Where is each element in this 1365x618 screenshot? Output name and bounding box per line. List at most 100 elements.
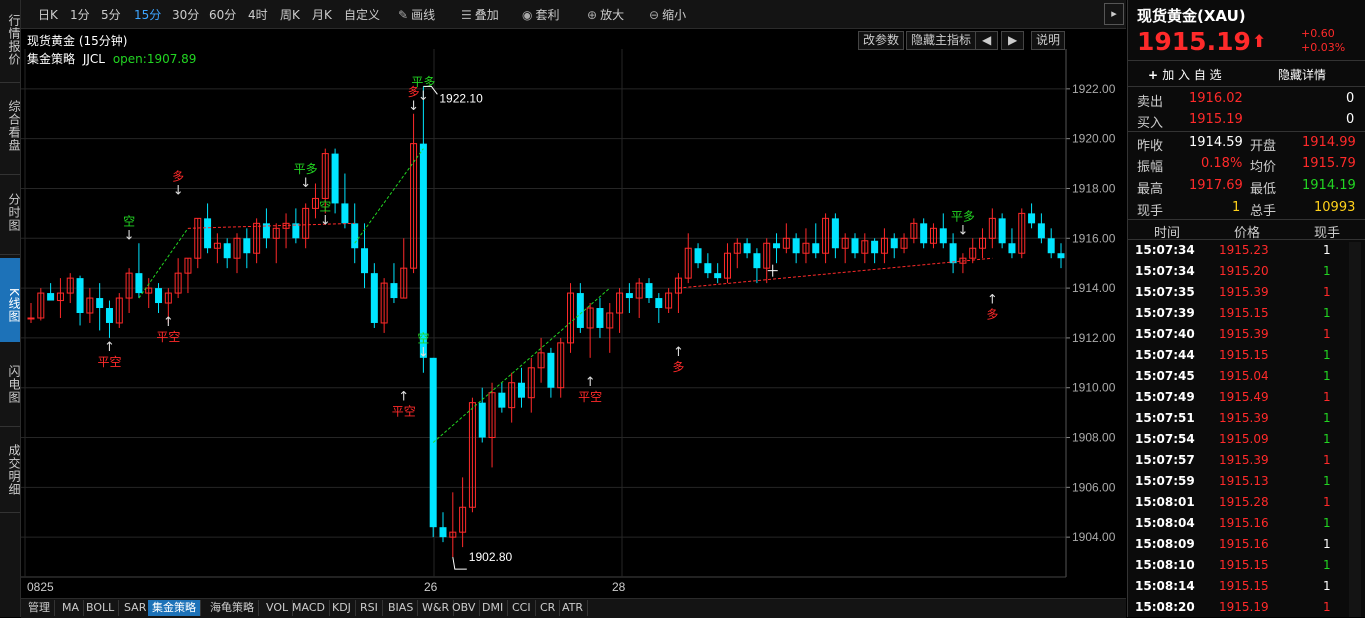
add-watchlist-button[interactable]: + 加 入 自 选 xyxy=(1148,66,1222,83)
zoom-in-button[interactable]: ⊕ 放大 xyxy=(587,6,624,23)
period-5m[interactable]: 5分 xyxy=(101,6,121,23)
nav-item-quotes[interactable]: 行情报价 xyxy=(0,12,21,68)
hide-details-button[interactable]: 隐藏详情 xyxy=(1278,66,1326,83)
candle-body xyxy=(498,392,506,408)
tick-price: 1915.28 xyxy=(1219,495,1269,509)
tick-row: 15:08:20 1915.19 1 xyxy=(1135,597,1359,618)
change-percent: +0.03% xyxy=(1301,41,1346,54)
signal-arrow: ↑ xyxy=(585,375,596,390)
amplitude-value: 0.18% xyxy=(1201,156,1243,171)
indicator-tab[interactable]: RSI xyxy=(356,600,383,616)
tick-row: 15:07:45 1915.04 1 xyxy=(1135,366,1359,387)
period-15m[interactable]: 15分 xyxy=(134,6,161,23)
candle-body xyxy=(1057,253,1065,259)
tick-price: 1915.49 xyxy=(1219,390,1269,404)
tick-volume: 1 xyxy=(1323,390,1331,404)
prev-button[interactable]: ◀ xyxy=(975,31,999,50)
indicator-tab[interactable]: CCI xyxy=(508,600,536,616)
y-tick-label: 1922.00 xyxy=(1072,82,1116,96)
candle-body xyxy=(596,308,604,328)
indicator-tab[interactable]: CR xyxy=(536,600,561,616)
zoom-out-button[interactable]: ⊖ 缩小 xyxy=(649,6,686,23)
collapse-panel-button[interactable]: ▸ xyxy=(1104,3,1124,25)
period-4h[interactable]: 4时 xyxy=(248,6,268,23)
tick-time: 15:07:34 xyxy=(1135,243,1195,257)
period-custom[interactable]: 自定义 xyxy=(344,6,380,23)
indicator-tab[interactable]: MACD xyxy=(288,600,330,616)
hide-main-indicator-button[interactable]: 隐藏主指标 xyxy=(906,31,977,50)
indicator-tab[interactable]: BOLL xyxy=(82,600,120,616)
arbitrage-button[interactable]: ◉ 套利 xyxy=(522,6,560,23)
signal-label: 平空 xyxy=(578,390,602,404)
kline-chart[interactable]: 1922.00 1920.00 1918.00 1916.00 1914.00 1912.… xyxy=(21,49,1126,597)
y-tick-label: 1918.00 xyxy=(1072,181,1116,195)
signal-arrow: ↓ xyxy=(320,213,331,228)
y-tick-label: 1906.00 xyxy=(1072,480,1116,494)
last-price: 1915.19 xyxy=(1137,27,1251,56)
candle-body xyxy=(753,253,761,269)
tick-volume: 1 xyxy=(1323,327,1331,341)
candle-body xyxy=(792,238,800,254)
candle-body xyxy=(812,243,820,254)
candle-body xyxy=(625,293,633,299)
buy-volume: 0 xyxy=(1346,112,1355,127)
tick-price: 1915.19 xyxy=(1219,600,1269,614)
period-month[interactable]: 月K xyxy=(312,6,332,23)
signal-arrow: ↑ xyxy=(104,340,115,355)
y-tick-label: 1910.00 xyxy=(1072,381,1116,395)
indicator-tab[interactable]: KDJ xyxy=(328,600,356,616)
candle-body xyxy=(939,228,947,244)
signal-arrow: ↑ xyxy=(987,293,998,308)
indicator-tab[interactable]: 海龟策略 xyxy=(206,600,259,616)
tick-row: 15:08:09 1915.16 1 xyxy=(1135,534,1359,555)
candle-body xyxy=(773,243,781,249)
indicator-tab[interactable]: 集金策略 xyxy=(148,600,201,616)
indicator-tab[interactable]: BIAS xyxy=(384,600,419,616)
trend-line xyxy=(432,287,611,443)
ticks-scrollbar[interactable] xyxy=(1349,242,1361,617)
period-60m[interactable]: 60分 xyxy=(209,6,236,23)
tick-price: 1915.15 xyxy=(1219,348,1269,362)
period-30m[interactable]: 30分 xyxy=(172,6,199,23)
tick-row: 15:07:34 1915.20 1 xyxy=(1135,261,1359,282)
help-button[interactable]: 说明 xyxy=(1031,31,1066,50)
tick-volume: 1 xyxy=(1323,243,1331,257)
plus-icon: + xyxy=(1148,68,1163,82)
period-day[interactable]: 日K xyxy=(38,6,58,23)
indicator-tab[interactable]: MA xyxy=(58,600,85,616)
candle-body xyxy=(1008,243,1016,254)
candle-body xyxy=(390,283,398,299)
candle-body xyxy=(47,293,55,301)
tick-volume: 1 xyxy=(1323,285,1331,299)
edit-params-button[interactable]: 改参数 xyxy=(858,31,905,50)
nav-item-timeshare[interactable]: 分时图 xyxy=(0,190,21,234)
draw-line-button[interactable]: ✎ 画线 xyxy=(398,6,435,23)
candle-body xyxy=(890,238,898,249)
indicator-tab[interactable]: SAR xyxy=(120,600,152,616)
candle-body xyxy=(27,317,35,320)
nav-item-trades[interactable]: 成交明细 xyxy=(0,442,21,498)
period-1m[interactable]: 1分 xyxy=(70,6,90,23)
indicator-tab[interactable]: ATR xyxy=(558,600,589,616)
tick-row: 15:07:44 1915.15 1 xyxy=(1135,345,1359,366)
tick-volume: 1 xyxy=(1323,537,1331,551)
pencil-icon: ✎ xyxy=(398,8,409,22)
tick-row: 15:08:01 1915.28 1 xyxy=(1135,492,1359,513)
next-button[interactable]: ▶ xyxy=(1001,31,1025,50)
tick-price: 1915.15 xyxy=(1219,558,1269,572)
tick-volume: 1 xyxy=(1323,579,1331,593)
tick-time: 15:08:09 xyxy=(1135,537,1195,551)
indicator-tab[interactable]: 管理 xyxy=(24,600,55,616)
period-week[interactable]: 周K xyxy=(280,6,300,23)
indicator-tab[interactable]: DMI xyxy=(478,600,509,616)
tick-row: 15:08:04 1915.16 1 xyxy=(1135,513,1359,534)
nav-item-kline[interactable]: K线图 xyxy=(0,258,21,342)
indicator-tab[interactable]: OBV xyxy=(448,600,481,616)
low-label: 最低 xyxy=(1250,182,1277,197)
x-tick-label: 26 xyxy=(424,580,438,594)
nav-item-flash[interactable]: 闪电图 xyxy=(0,362,21,406)
candle-body xyxy=(704,263,712,274)
overlay-button[interactable]: ☰ 叠加 xyxy=(461,6,499,23)
nav-item-overview[interactable]: 综合看盘 xyxy=(0,98,21,154)
tick-time: 15:07:34 xyxy=(1135,264,1195,278)
